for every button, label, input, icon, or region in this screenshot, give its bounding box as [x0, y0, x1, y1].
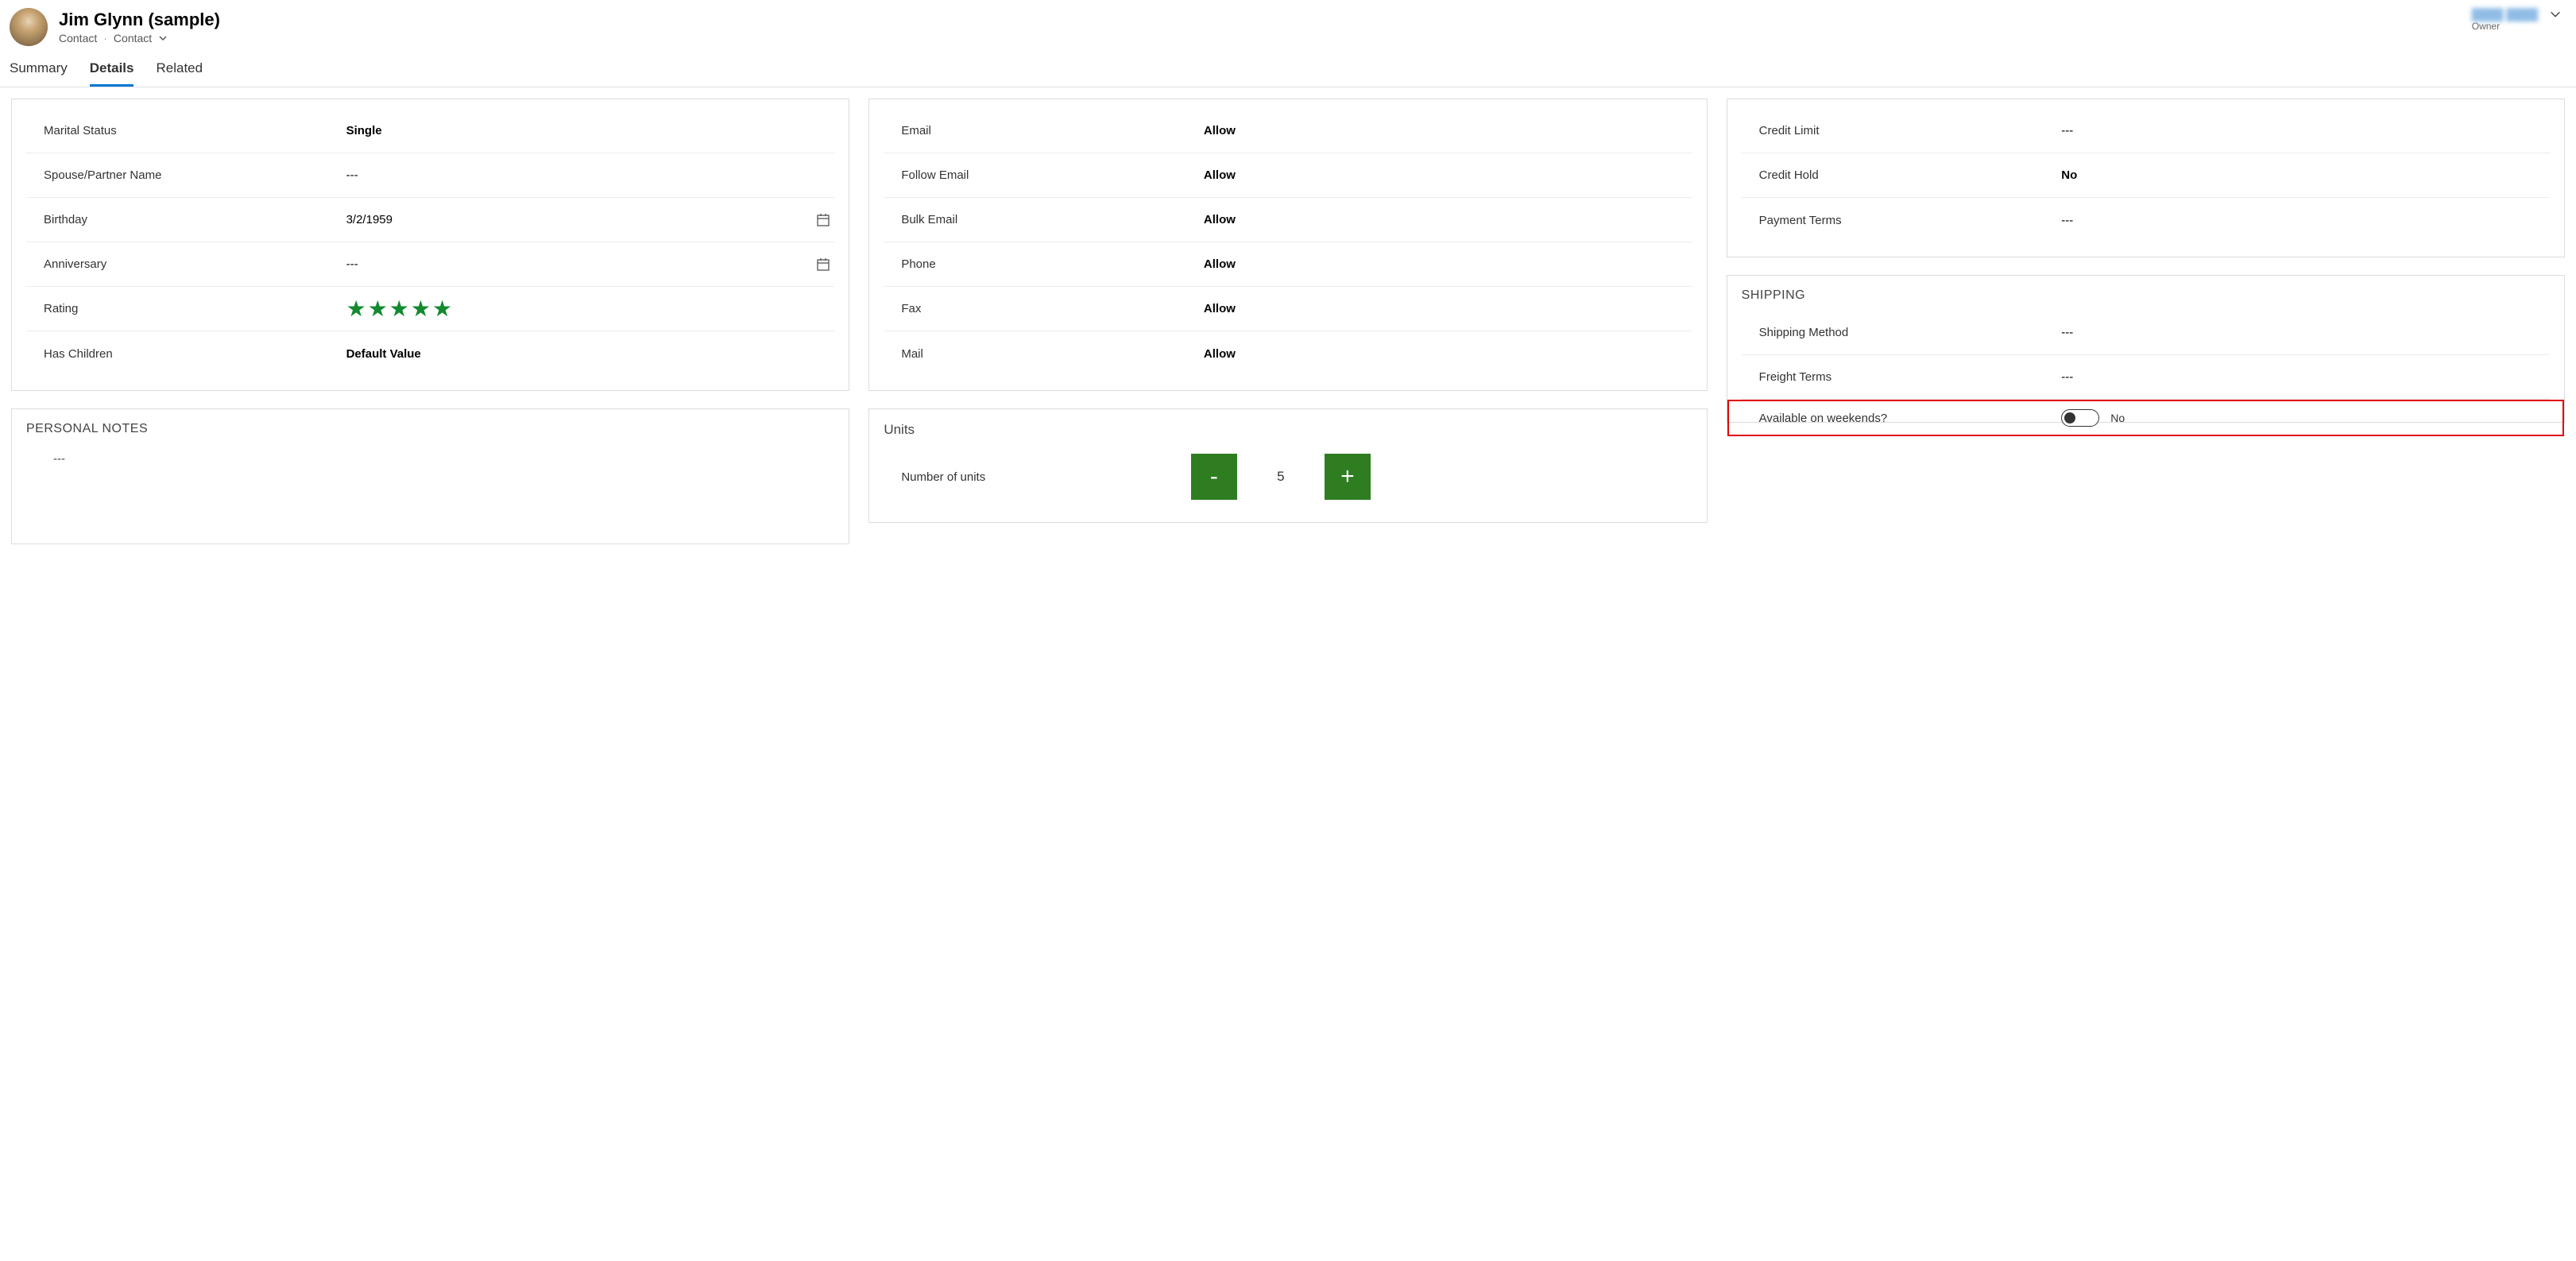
contact-avatar[interactable]: [10, 8, 48, 46]
field-value: ---: [346, 257, 800, 271]
field-value: Allow: [1204, 302, 1692, 315]
field-label: Credit Limit: [1742, 124, 2049, 137]
field-label: Rating: [26, 302, 334, 315]
star-icon[interactable]: ★: [389, 298, 409, 320]
toggle-value: No: [2110, 412, 2125, 424]
field-follow-email[interactable]: Follow Email Allow: [884, 153, 1692, 198]
separator-dot: ·: [103, 32, 107, 44]
entity-title: Jim Glynn (sample): [59, 10, 220, 30]
field-available-weekends[interactable]: Available on weekends? No: [1727, 400, 2564, 436]
field-fax[interactable]: Fax Allow: [884, 287, 1692, 331]
tab-related[interactable]: Related: [156, 60, 203, 87]
field-label: Birthday: [26, 213, 334, 226]
star-rating[interactable]: ★ ★ ★ ★ ★: [346, 298, 453, 320]
field-label: Freight Terms: [1742, 370, 2049, 384]
personal-notes-card: PERSONAL NOTES ---: [11, 408, 849, 544]
increment-button[interactable]: +: [1325, 454, 1371, 500]
section-title: SHIPPING: [1742, 288, 2550, 303]
field-marital-status[interactable]: Marital Status Single: [26, 109, 834, 153]
field-anniversary[interactable]: Anniversary ---: [26, 242, 834, 287]
field-value: ---: [2061, 326, 2550, 339]
field-label: Spouse/Partner Name: [26, 168, 334, 182]
field-label: Credit Hold: [1742, 168, 2049, 182]
chevron-down-icon[interactable]: [158, 33, 168, 43]
field-value: Single: [346, 124, 800, 137]
field-value: ---: [346, 168, 800, 182]
owner-label: Owner: [2472, 21, 2538, 32]
calendar-icon[interactable]: [812, 257, 834, 272]
field-label: Follow Email: [884, 168, 1191, 182]
field-bulk-email[interactable]: Bulk Email Allow: [884, 198, 1692, 242]
field-label: Fax: [884, 302, 1191, 315]
contact-prefs-card: Email Allow Follow Email Allow Bulk Emai…: [868, 99, 1707, 391]
field-value: Allow: [1204, 257, 1692, 271]
shipping-card: SHIPPING Shipping Method --- Freight Ter…: [1727, 275, 2565, 423]
field-value: Allow: [1204, 347, 1692, 361]
field-label: Available on weekends?: [1742, 412, 2049, 425]
entity-subtitle: Contact · Contact: [59, 32, 220, 44]
field-value: 3/2/1959: [346, 213, 800, 226]
field-mail[interactable]: Mail Allow: [884, 331, 1692, 376]
section-title: PERSONAL NOTES: [26, 422, 834, 436]
personal-info-card: Marital Status Single Spouse/Partner Nam…: [11, 99, 849, 391]
field-value: Default Value: [346, 347, 800, 361]
units-card: Units Number of units - 5 +: [868, 408, 1707, 523]
decrement-button[interactable]: -: [1191, 454, 1237, 500]
field-value: ---: [2061, 370, 2550, 384]
star-icon[interactable]: ★: [411, 298, 431, 320]
star-icon[interactable]: ★: [368, 298, 388, 320]
notes-value[interactable]: ---: [26, 444, 834, 529]
units-value[interactable]: 5: [1237, 469, 1325, 485]
field-birthday[interactable]: Birthday 3/2/1959: [26, 198, 834, 242]
field-phone[interactable]: Phone Allow: [884, 242, 1692, 287]
toggle-switch[interactable]: [2061, 409, 2099, 427]
units-stepper: - 5 +: [1191, 454, 1371, 500]
field-credit-limit[interactable]: Credit Limit ---: [1742, 109, 2550, 153]
field-value: ---: [2061, 124, 2550, 137]
billing-card: Credit Limit --- Credit Hold No Payment …: [1727, 99, 2565, 257]
star-icon[interactable]: ★: [346, 298, 366, 320]
field-value: ★ ★ ★ ★ ★: [346, 298, 800, 320]
field-value: ---: [2061, 214, 2550, 227]
field-value: Allow: [1204, 124, 1692, 137]
tab-details[interactable]: Details: [90, 60, 134, 87]
tab-summary[interactable]: Summary: [10, 60, 68, 87]
field-email[interactable]: Email Allow: [884, 109, 1692, 153]
form-tabs: Summary Details Related: [10, 60, 2566, 87]
field-value: No: [2061, 168, 2550, 182]
field-has-children[interactable]: Has Children Default Value: [26, 331, 834, 376]
field-value: Allow: [1204, 213, 1692, 226]
page-header: Jim Glynn (sample) Contact · Contact ███…: [0, 0, 2576, 87]
field-spouse-name[interactable]: Spouse/Partner Name ---: [26, 153, 834, 198]
field-label: Has Children: [26, 347, 334, 361]
field-freight-terms[interactable]: Freight Terms ---: [1742, 355, 2550, 400]
section-title: Units: [884, 422, 1692, 438]
form-selector-label[interactable]: Contact: [114, 32, 152, 44]
chevron-down-icon[interactable]: [2549, 8, 2562, 21]
field-label: Mail: [884, 347, 1191, 361]
field-credit-hold[interactable]: Credit Hold No: [1742, 153, 2550, 198]
owner-name: ████ ████: [2472, 8, 2538, 21]
field-label: Email: [884, 124, 1191, 137]
field-rating[interactable]: Rating ★ ★ ★ ★ ★: [26, 287, 834, 331]
field-label: Marital Status: [26, 124, 334, 137]
field-value: Allow: [1204, 168, 1692, 182]
field-label: Shipping Method: [1742, 326, 2049, 339]
owner-block[interactable]: ████ ████ Owner: [2472, 8, 2566, 32]
field-label: Anniversary: [26, 257, 334, 271]
calendar-icon[interactable]: [812, 213, 834, 227]
field-payment-terms[interactable]: Payment Terms ---: [1742, 198, 2550, 242]
entity-type-label: Contact: [59, 32, 97, 44]
field-shipping-method[interactable]: Shipping Method ---: [1742, 311, 2550, 355]
field-label: Payment Terms: [1742, 214, 2049, 227]
star-icon[interactable]: ★: [432, 298, 452, 320]
units-label: Number of units: [884, 470, 1191, 484]
field-label: Phone: [884, 257, 1191, 271]
field-label: Bulk Email: [884, 213, 1191, 226]
